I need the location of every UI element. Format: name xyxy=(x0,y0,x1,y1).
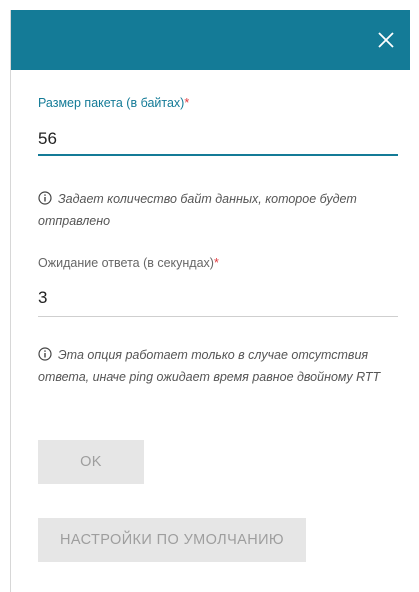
settings-dialog: Размер пакета (в байтах)* 56 Задает коли… xyxy=(10,10,410,592)
dialog-header xyxy=(11,10,410,70)
required-mark: * xyxy=(184,96,190,110)
packet-size-label: Размер пакета (в байтах)* xyxy=(38,96,190,110)
required-mark: * xyxy=(213,256,219,270)
close-icon[interactable] xyxy=(375,29,397,51)
info-icon xyxy=(38,191,52,205)
response-timeout-hint: Эта опция работает только в случае отсут… xyxy=(38,347,381,384)
packet-size-input[interactable]: 56 xyxy=(38,129,57,149)
info-icon xyxy=(38,347,52,361)
response-timeout-label: Ожидание ответа (в секундах)* xyxy=(38,256,219,270)
restore-defaults-button[interactable]: НАСТРОЙКИ ПО УМОЛЧАНИЮ xyxy=(38,518,306,562)
ok-button[interactable]: OK xyxy=(38,440,144,484)
response-timeout-input[interactable]: 3 xyxy=(38,288,47,308)
packet-size-hint: Задает количество байт данных, которое б… xyxy=(38,191,357,228)
packet-size-input-underline xyxy=(38,154,398,156)
response-timeout-input-underline xyxy=(38,316,398,317)
